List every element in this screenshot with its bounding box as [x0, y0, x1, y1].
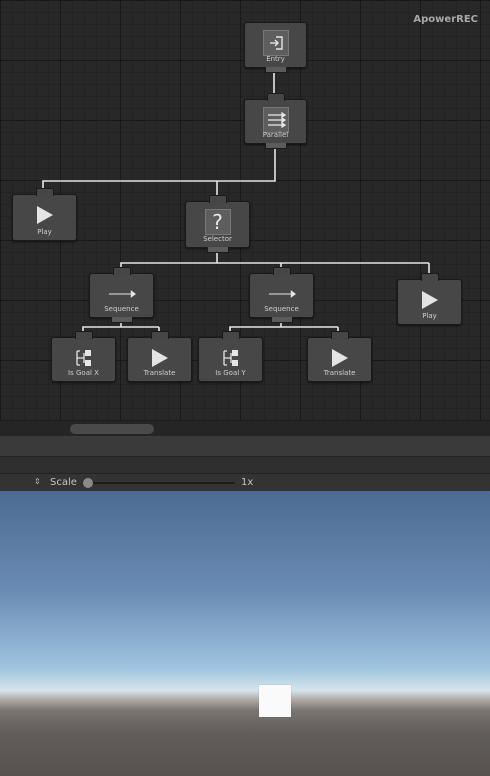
game-view-header — [0, 457, 490, 473]
play-icon — [416, 287, 444, 313]
node-label: Parallel — [262, 131, 289, 139]
input-port[interactable] — [420, 273, 439, 281]
arrow-right-icon — [268, 281, 296, 307]
behavior-tree-canvas[interactable]: ApowerREC Entry Parallel Play ? Selector… — [0, 0, 490, 420]
input-port[interactable] — [208, 195, 227, 203]
panel-divider — [0, 436, 490, 457]
node-label: Entry — [266, 55, 285, 63]
watermark: ApowerREC — [413, 14, 478, 25]
node-sequence-2[interactable]: Sequence — [249, 267, 314, 323]
node-sequence-1[interactable]: Sequence — [89, 267, 154, 323]
wire-sequence1-children — [82, 322, 160, 336]
scrollbar-thumb[interactable] — [70, 424, 154, 434]
scale-value: 1x — [241, 477, 254, 488]
node-parallel[interactable]: Parallel — [244, 93, 307, 149]
stepper-arrows-icon[interactable]: ⇕ — [34, 477, 41, 486]
horizontal-scrollbar[interactable] — [0, 420, 490, 437]
input-port[interactable] — [272, 267, 291, 275]
wire-parallel-children — [42, 149, 276, 200]
input-port[interactable] — [35, 188, 54, 196]
input-port[interactable] — [74, 331, 93, 339]
conditional-branch-icon — [70, 345, 98, 371]
input-port[interactable] — [266, 93, 285, 101]
game-view[interactable] — [0, 491, 490, 776]
node-label: Is Goal Y — [215, 369, 246, 377]
input-port[interactable] — [330, 331, 349, 339]
input-port[interactable] — [221, 331, 240, 339]
scale-label: Scale — [50, 477, 77, 488]
node-label: Sequence — [264, 305, 299, 313]
node-play-left[interactable]: Play — [12, 188, 77, 241]
input-port[interactable] — [150, 331, 169, 339]
node-label: Is Goal X — [68, 369, 99, 377]
node-is-goal-x[interactable]: Is Goal X — [51, 331, 116, 382]
output-port[interactable] — [264, 67, 287, 73]
white-cube — [259, 685, 291, 717]
node-entry[interactable]: Entry — [244, 22, 307, 73]
node-label: Sequence — [104, 305, 139, 313]
wire-sequence2-children — [229, 322, 339, 336]
parallel-arrows-icon — [262, 107, 289, 133]
node-selector[interactable]: ? Selector — [185, 195, 250, 253]
output-port[interactable] — [264, 143, 287, 149]
node-is-goal-y[interactable]: Is Goal Y — [198, 331, 263, 382]
play-icon — [31, 202, 59, 228]
output-port[interactable] — [206, 247, 229, 253]
node-translate-2[interactable]: Translate — [307, 331, 372, 382]
node-translate-1[interactable]: Translate — [127, 331, 192, 382]
enter-icon — [262, 30, 289, 56]
scale-slider-knob[interactable] — [83, 478, 93, 488]
node-play-right[interactable]: Play — [397, 273, 462, 325]
question-mark-icon: ? — [204, 209, 231, 235]
node-label: Selector — [203, 235, 232, 243]
node-label: Play — [422, 312, 437, 320]
play-icon — [326, 345, 354, 371]
play-icon — [146, 345, 174, 371]
scale-slider-track[interactable] — [85, 482, 235, 484]
node-label: Play — [37, 228, 52, 236]
output-port[interactable] — [110, 317, 133, 323]
input-port[interactable] — [112, 267, 131, 275]
arrow-right-icon — [108, 281, 136, 307]
output-port[interactable] — [270, 317, 293, 323]
conditional-branch-icon — [217, 345, 245, 371]
node-label: Translate — [143, 369, 176, 377]
node-label: Translate — [323, 369, 356, 377]
game-view-toolbar: ⇕ Scale 1x — [0, 473, 490, 493]
